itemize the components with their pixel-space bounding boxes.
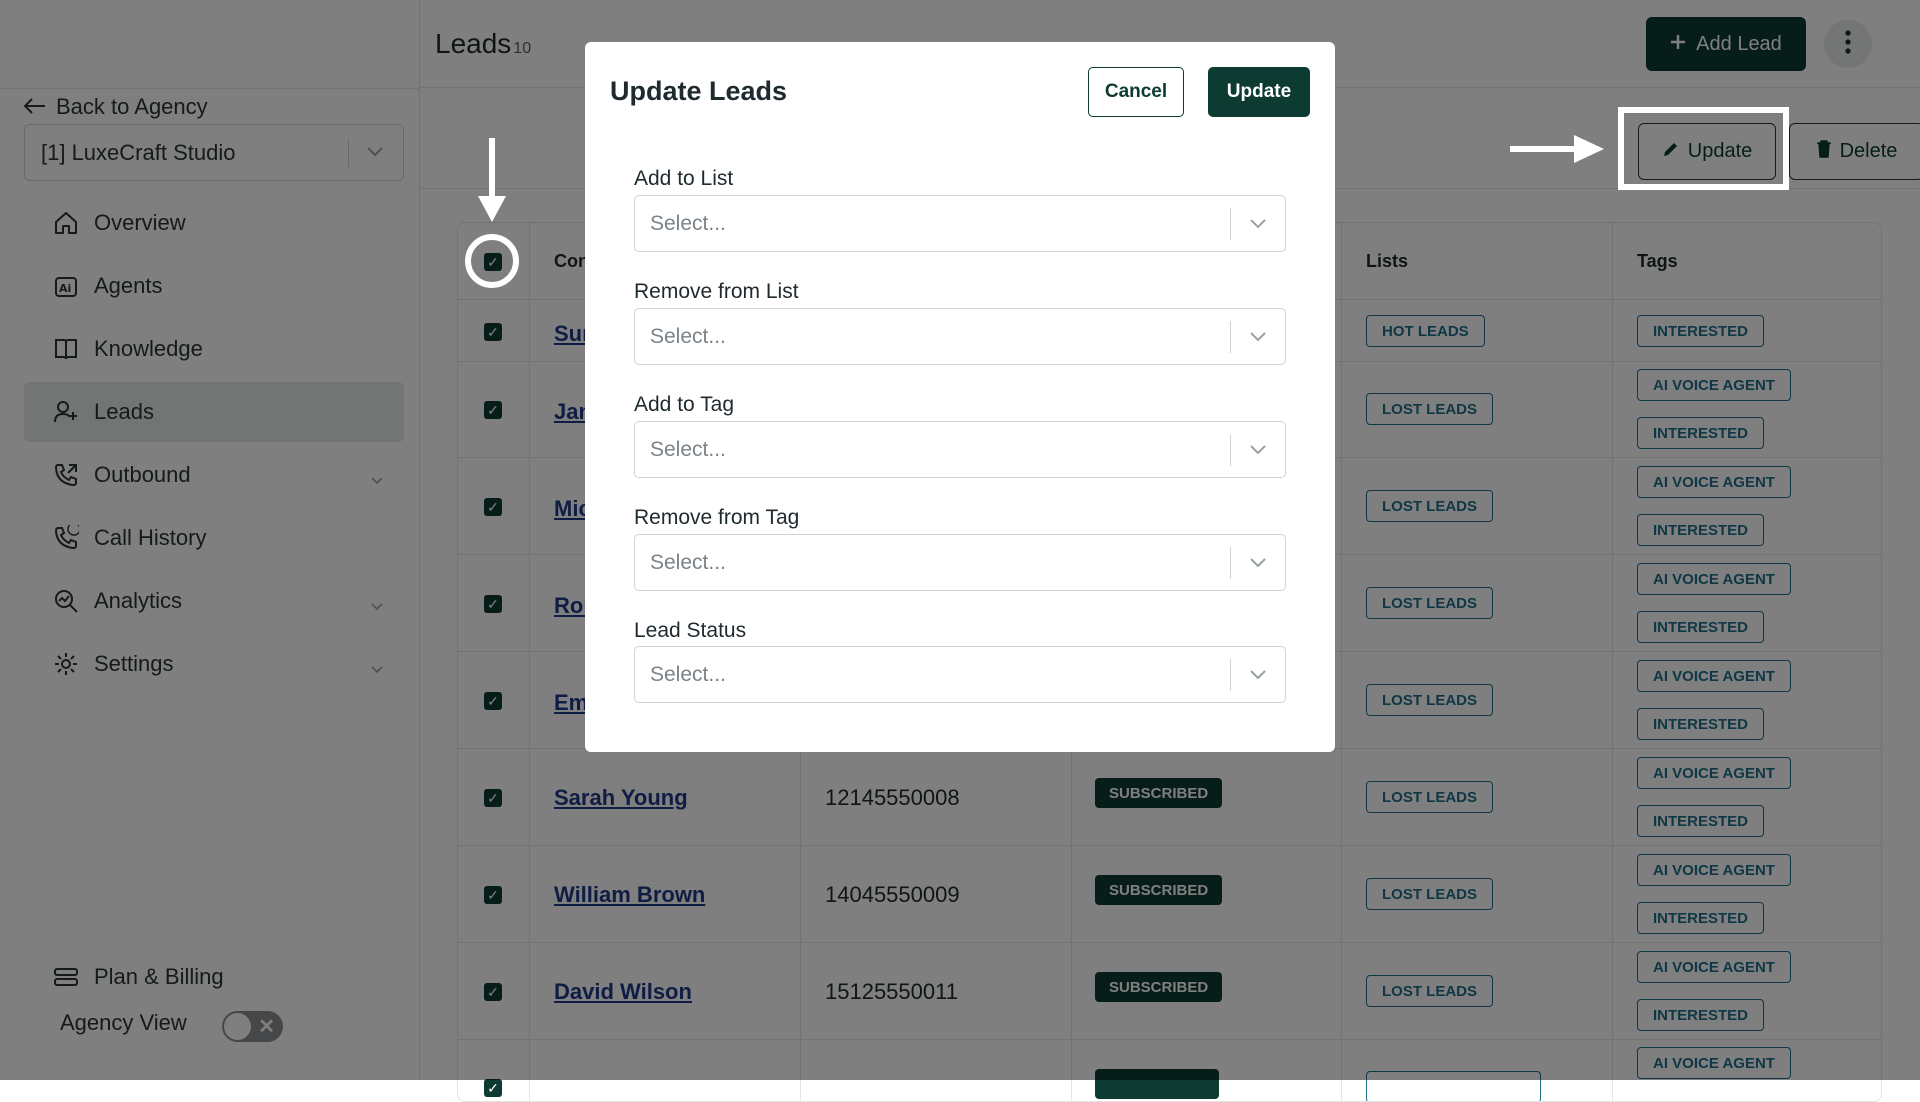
- select-separator: [1230, 434, 1231, 466]
- select-placeholder: Select...: [650, 324, 726, 348]
- chevron-down-icon: [1247, 663, 1269, 691]
- select-placeholder: Select...: [650, 662, 726, 686]
- select-placeholder: Select...: [650, 437, 726, 461]
- lead-status-select[interactable]: Select...: [634, 646, 1286, 703]
- chevron-down-icon: [1247, 551, 1269, 579]
- remove-from-list-select[interactable]: Select...: [634, 308, 1286, 365]
- chevron-down-icon: [1247, 212, 1269, 240]
- select-separator: [1230, 321, 1231, 353]
- select-all-highlight-circle: [465, 234, 519, 288]
- select-separator: [1230, 659, 1231, 691]
- chevron-down-icon: [1247, 438, 1269, 466]
- modal-title: Update Leads: [610, 76, 788, 106]
- lead-status-label: Lead Status: [634, 619, 747, 642]
- remove-from-tag-select[interactable]: Select...: [634, 534, 1286, 591]
- select-separator: [1230, 208, 1231, 240]
- add-to-tag-select[interactable]: Select...: [634, 421, 1286, 478]
- add-to-tag-label: Add to Tag: [634, 393, 735, 416]
- chevron-down-icon: [1247, 325, 1269, 353]
- select-separator: [1230, 547, 1231, 579]
- remove-from-list-label: Remove from List: [634, 280, 799, 303]
- select-placeholder: Select...: [650, 211, 726, 235]
- update-leads-modal: Update Leads Cancel Update Add to List S…: [585, 42, 1335, 752]
- update-button-highlight: [1618, 107, 1789, 190]
- add-to-list-select[interactable]: Select...: [634, 195, 1286, 252]
- down-arrow-annotation: [478, 138, 506, 222]
- modal-cancel-button[interactable]: Cancel: [1088, 67, 1184, 117]
- right-arrow-annotation: [1510, 135, 1604, 163]
- remove-from-tag-label: Remove from Tag: [634, 506, 800, 529]
- add-to-list-label: Add to List: [634, 167, 734, 190]
- select-placeholder: Select...: [650, 550, 726, 574]
- modal-update-button[interactable]: Update: [1208, 67, 1310, 117]
- row-checkbox[interactable]: ✓: [484, 1079, 502, 1097]
